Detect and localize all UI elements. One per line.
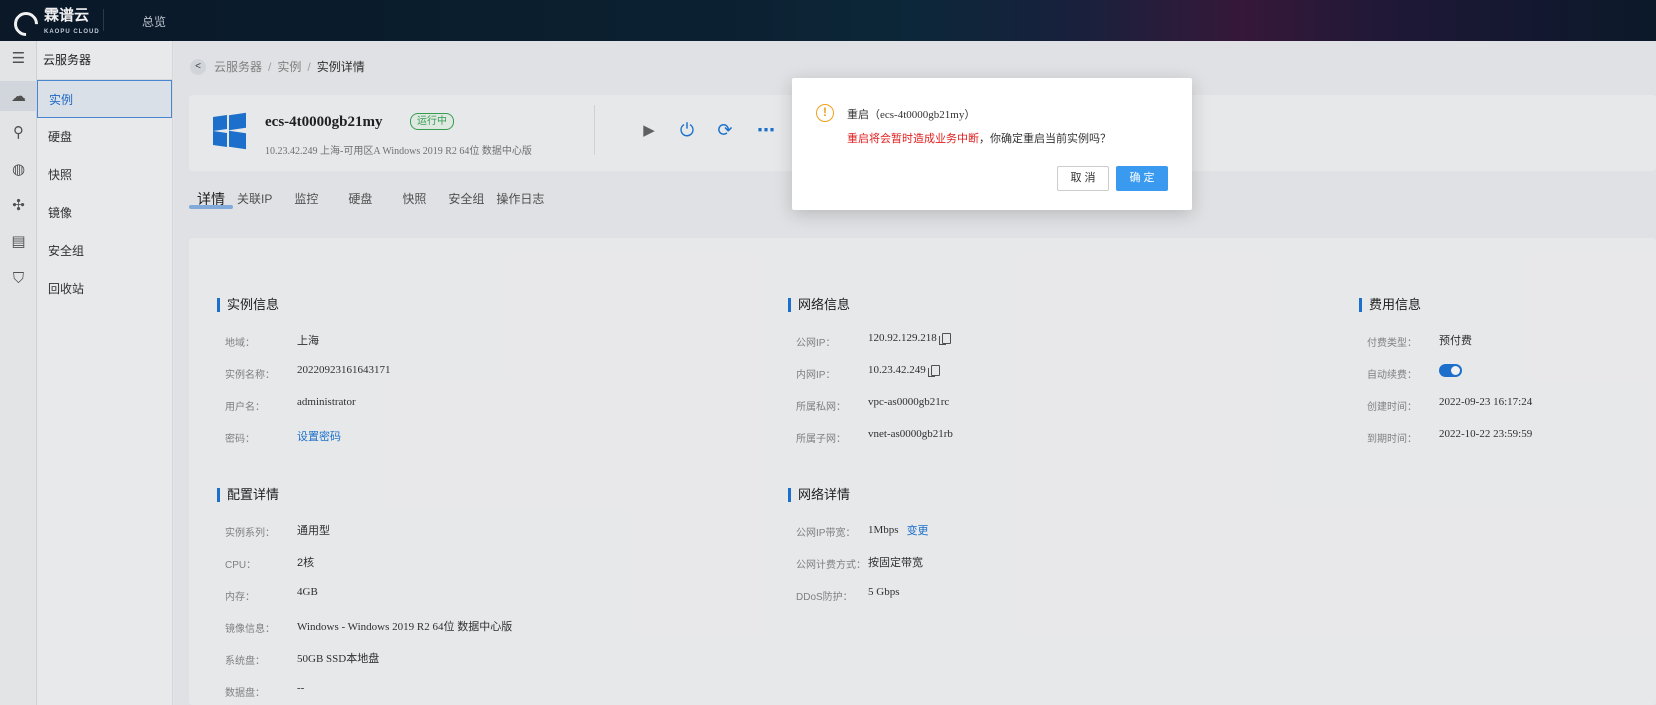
cancel-button[interactable]: 取 消 <box>1057 166 1109 191</box>
dialog-warning: 重启将会暂时造成业务中断 <box>847 133 979 145</box>
restart-confirm-dialog: ! 重启（ecs-4t0000gb21my） 重启将会暂时造成业务中断，你确定重… <box>792 78 1192 210</box>
dialog-title: 重启（ecs-4t0000gb21my） <box>847 109 976 121</box>
confirm-button[interactable]: 确 定 <box>1116 166 1168 191</box>
warning-icon: ! <box>816 104 834 122</box>
dialog-message: 重启将会暂时造成业务中断，你确定重启当前实例吗？ <box>847 133 1111 145</box>
